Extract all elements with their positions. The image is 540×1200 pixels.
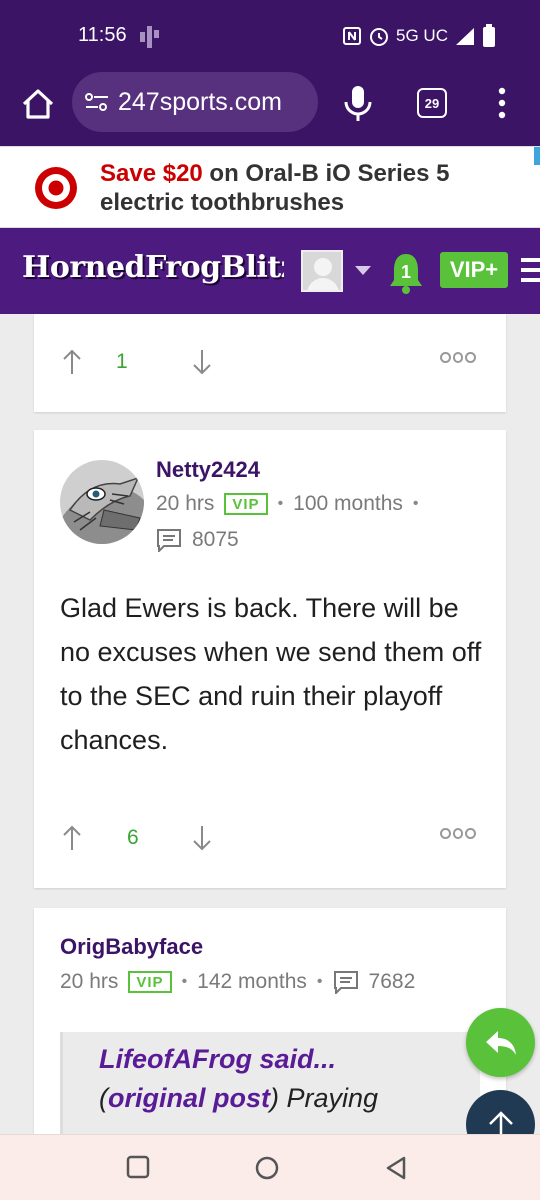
- quote-author[interactable]: LifeofAFrog said...: [99, 1044, 480, 1075]
- ad-choices-icon[interactable]: [534, 147, 540, 165]
- tabs-button[interactable]: 29: [417, 88, 447, 118]
- home-icon[interactable]: [18, 84, 58, 124]
- post-time: 20 hrs: [156, 492, 215, 515]
- downvote-arrow-icon[interactable]: [192, 824, 212, 852]
- post-meta: 20 hrs VIP • 142 months • 7682: [60, 970, 415, 994]
- original-post-link[interactable]: original post: [108, 1083, 270, 1113]
- alarm-icon: [370, 28, 389, 46]
- vote-count: 1: [116, 350, 128, 373]
- target-logo-icon: [35, 167, 77, 209]
- separator-dot: •: [316, 973, 323, 990]
- post-time: 20 hrs: [60, 970, 119, 993]
- chevron-down-icon[interactable]: [355, 266, 371, 275]
- clock: 11:56: [78, 24, 127, 46]
- message-icon: [333, 971, 358, 994]
- separator-dot: •: [277, 495, 284, 512]
- separator-dot: •: [181, 973, 188, 990]
- user-avatar[interactable]: [301, 250, 343, 292]
- post-count: 8075: [192, 528, 239, 551]
- downvote-arrow-icon[interactable]: [192, 348, 212, 376]
- vip-badge: VIP: [128, 971, 172, 993]
- nfc-icon: [343, 27, 362, 45]
- ad-text: Save $20 on Oral-B iO Series 5 electric …: [100, 159, 450, 217]
- more-options-icon[interactable]: [440, 828, 477, 842]
- status-bar: 11:56 5G UC: [0, 0, 540, 72]
- ad-line1: on Oral-B iO Series 5: [202, 160, 450, 187]
- notification-bell-icon[interactable]: 1: [386, 250, 426, 294]
- thread-content: 1 Netty2424 20 hrs VIP • 100 months • 80…: [0, 314, 540, 1134]
- site-settings-icon[interactable]: [84, 91, 110, 113]
- overflow-menu-icon[interactable]: [492, 86, 512, 120]
- ad-highlight: Save $20: [100, 160, 203, 187]
- member-tenure: 142 months: [197, 970, 307, 993]
- quote-block: LifeofAFrog said... (original post) Pray…: [60, 1032, 480, 1134]
- battery-icon: [483, 24, 495, 47]
- vote-count: 6: [127, 826, 139, 849]
- upvote-arrow-icon[interactable]: [62, 348, 82, 376]
- site-logo-text: HornedFrogBlitz: [22, 250, 284, 285]
- reply-button[interactable]: [466, 1008, 535, 1077]
- ad-line2: electric toothbrushes: [100, 189, 345, 216]
- system-nav-bar: [0, 1134, 540, 1200]
- post-count: 7682: [368, 970, 416, 993]
- ad-banner[interactable]: Save $20 on Oral-B iO Series 5 electric …: [0, 146, 540, 228]
- site-logo[interactable]: HornedFrogBlitz: [22, 250, 284, 296]
- member-tenure: 100 months: [293, 492, 403, 515]
- browser-toolbar: 247sports.com 29: [0, 72, 540, 146]
- url-text: 247sports.com: [118, 87, 282, 116]
- back-nav-icon[interactable]: [384, 1155, 408, 1181]
- site-header: HornedFrogBlitz 1 VIP+: [0, 228, 540, 314]
- network-label: 5G UC: [396, 26, 448, 45]
- quote-text: (original post) Praying: [99, 1083, 379, 1113]
- post-count-row: 8075: [156, 528, 239, 552]
- post-actions: 1: [34, 344, 506, 384]
- more-options-icon[interactable]: [440, 352, 477, 366]
- reply-icon: [485, 1030, 516, 1055]
- app-notification-icon: [140, 26, 159, 48]
- author-name[interactable]: Netty2424: [156, 457, 260, 483]
- recent-apps-icon[interactable]: [126, 1155, 150, 1179]
- message-icon: [157, 529, 181, 552]
- vip-plus-button[interactable]: VIP+: [440, 252, 508, 288]
- hamburger-menu-icon[interactable]: [521, 258, 540, 284]
- home-nav-icon[interactable]: [254, 1155, 280, 1181]
- signal-icon: [456, 28, 474, 45]
- vip-badge: VIP: [224, 493, 268, 515]
- post-card: 1: [34, 314, 506, 412]
- separator-dot: •: [412, 495, 419, 512]
- post-card: OrigBabyface 20 hrs VIP • 142 months • 7…: [34, 908, 506, 1134]
- status-icons: 5G UC: [342, 24, 496, 48]
- post-actions: 6: [34, 820, 506, 860]
- post-card: Netty2424 20 hrs VIP • 100 months • 8075…: [34, 430, 506, 888]
- quote-body: Praying: [286, 1083, 379, 1113]
- mic-icon[interactable]: [340, 84, 376, 122]
- author-name[interactable]: OrigBabyface: [60, 934, 203, 960]
- address-bar[interactable]: 247sports.com: [72, 72, 318, 132]
- post-body: Glad Ewers is back. There will be no exc…: [60, 593, 482, 755]
- post-meta: 20 hrs VIP • 100 months •: [156, 492, 419, 516]
- upvote-arrow-icon[interactable]: [62, 824, 82, 852]
- author-avatar[interactable]: [60, 460, 144, 544]
- notification-count: 1: [401, 262, 411, 282]
